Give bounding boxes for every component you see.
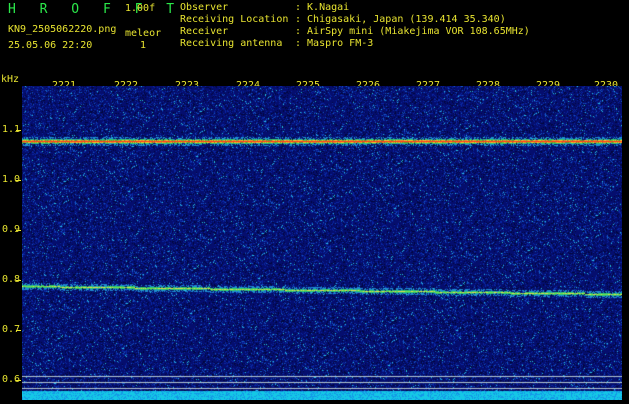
app-title: H R O F F T [8, 2, 183, 17]
info-key: Observer [180, 2, 229, 13]
y-tick-mark [16, 280, 21, 281]
spectrogram-canvas [22, 86, 622, 400]
header-panel: H R O F F T 1.00f KN9_2505062220.png mel… [0, 0, 629, 74]
observation-info: Observer : K.Nagai Receiving Location : Ch… [180, 2, 530, 50]
info-value: : Chigasaki, Japan (139.414 35.340) [295, 14, 506, 25]
y-tick-mark [16, 230, 21, 231]
y-tick-mark [16, 130, 21, 131]
meteor-count: 1 [140, 40, 147, 51]
filename-label: KN9_2505062220.png [8, 24, 117, 35]
y-tick-mark [16, 380, 21, 381]
y-axis-unit: kHz [1, 74, 20, 85]
info-value: : Maspro FM-3 [295, 38, 374, 49]
info-value: : K.Nagai [295, 2, 350, 13]
datetime-label: 25.05.06 22:20 [8, 40, 93, 51]
info-row-observer: Observer : K.Nagai [180, 2, 530, 14]
version-label: 1.00f [125, 3, 156, 14]
spectrogram [22, 86, 622, 400]
info-row-antenna: Receiving antenna : Maspro FM-3 [180, 38, 530, 50]
info-row-receiver: Receiver : AirSpy mini (Miakejima VOR 108… [180, 26, 530, 38]
meleor-label: meleor [125, 28, 162, 39]
info-row-location: Receiving Location : Chigasaki, Japan (13… [180, 14, 530, 26]
info-key: Receiving Location [180, 14, 289, 25]
info-value: : AirSpy mini (Miakejima VOR 108.65MHz) [295, 26, 530, 37]
y-tick-mark [16, 180, 21, 181]
info-key: Receiving antenna [180, 38, 283, 49]
info-key: Receiver [180, 26, 229, 37]
y-tick-mark [16, 330, 21, 331]
